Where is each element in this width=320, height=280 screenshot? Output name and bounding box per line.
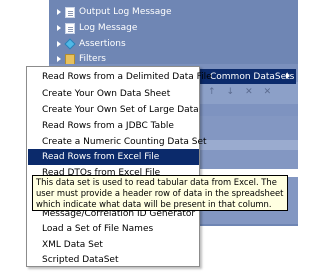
menu-item-numeric-counting[interactable]: Create a Numeric Counting Data Set: [28, 134, 207, 150]
submenu-label: Common DataSets: [210, 71, 295, 82]
menu-item-load-file-names[interactable]: Load a Set of File Names: [28, 221, 199, 237]
menu-item-create-large-data[interactable]: Create Your Own Set of Large Data: [28, 102, 199, 118]
tree-row-assertions[interactable]: Assertions: [49, 37, 298, 52]
menu-item-xml-data-set[interactable]: XML Data Set: [28, 237, 199, 253]
menu-item-scripted-dataset[interactable]: Scripted DataSet: [28, 252, 199, 268]
submenu-arrow-icon: [286, 73, 290, 79]
move-down-icon[interactable]: ↓: [227, 87, 235, 97]
tree-row-label: Filters: [79, 54, 106, 64]
tree-row-log-message[interactable]: Log Message: [49, 21, 298, 36]
toolbar-icons: ↑ ↓ ✕ ✕: [208, 87, 271, 97]
datasets-menu: Read Rows from a Delimited Data File Cre…: [26, 66, 212, 268]
tooltip-line: which indicate what data will be present…: [36, 199, 272, 209]
tree-row-label: Log Message: [79, 23, 138, 33]
expand-arrow-icon[interactable]: [57, 25, 61, 31]
tooltip-line: user must provide a header row of data i…: [36, 188, 284, 198]
move-up-icon[interactable]: ↑: [208, 87, 216, 97]
tree-row-label: Output Log Message: [79, 7, 172, 17]
delete-icon[interactable]: ✕: [264, 87, 272, 97]
expand-arrow-icon[interactable]: [57, 41, 61, 47]
remove-icon[interactable]: ✕: [245, 87, 253, 97]
expand-arrow-icon[interactable]: [57, 9, 61, 15]
menu-item-create-data-sheet[interactable]: Create Your Own Data Sheet: [28, 86, 199, 102]
document-icon: [65, 23, 75, 34]
menu-item-read-rows-jdbc[interactable]: Read Rows from a JDBC Table: [28, 118, 199, 134]
tree-row-output-log-message[interactable]: Output Log Message: [49, 5, 298, 20]
menu-item-common-datasets[interactable]: Common DataSets: [200, 69, 296, 84]
menu-item-read-rows-excel[interactable]: Read Rows from Excel File: [28, 149, 199, 165]
document-icon: [65, 7, 75, 18]
diamond-icon: [64, 38, 76, 50]
tooltip: This data set is used to read tabular da…: [32, 175, 288, 211]
tree-row-label: Assertions: [79, 39, 126, 49]
tooltip-line: This data set is used to read tabular da…: [36, 177, 277, 187]
menu-item-read-rows-delimited[interactable]: Read Rows from a Delimited Data File: [28, 69, 212, 85]
expand-arrow-icon[interactable]: [57, 56, 61, 62]
